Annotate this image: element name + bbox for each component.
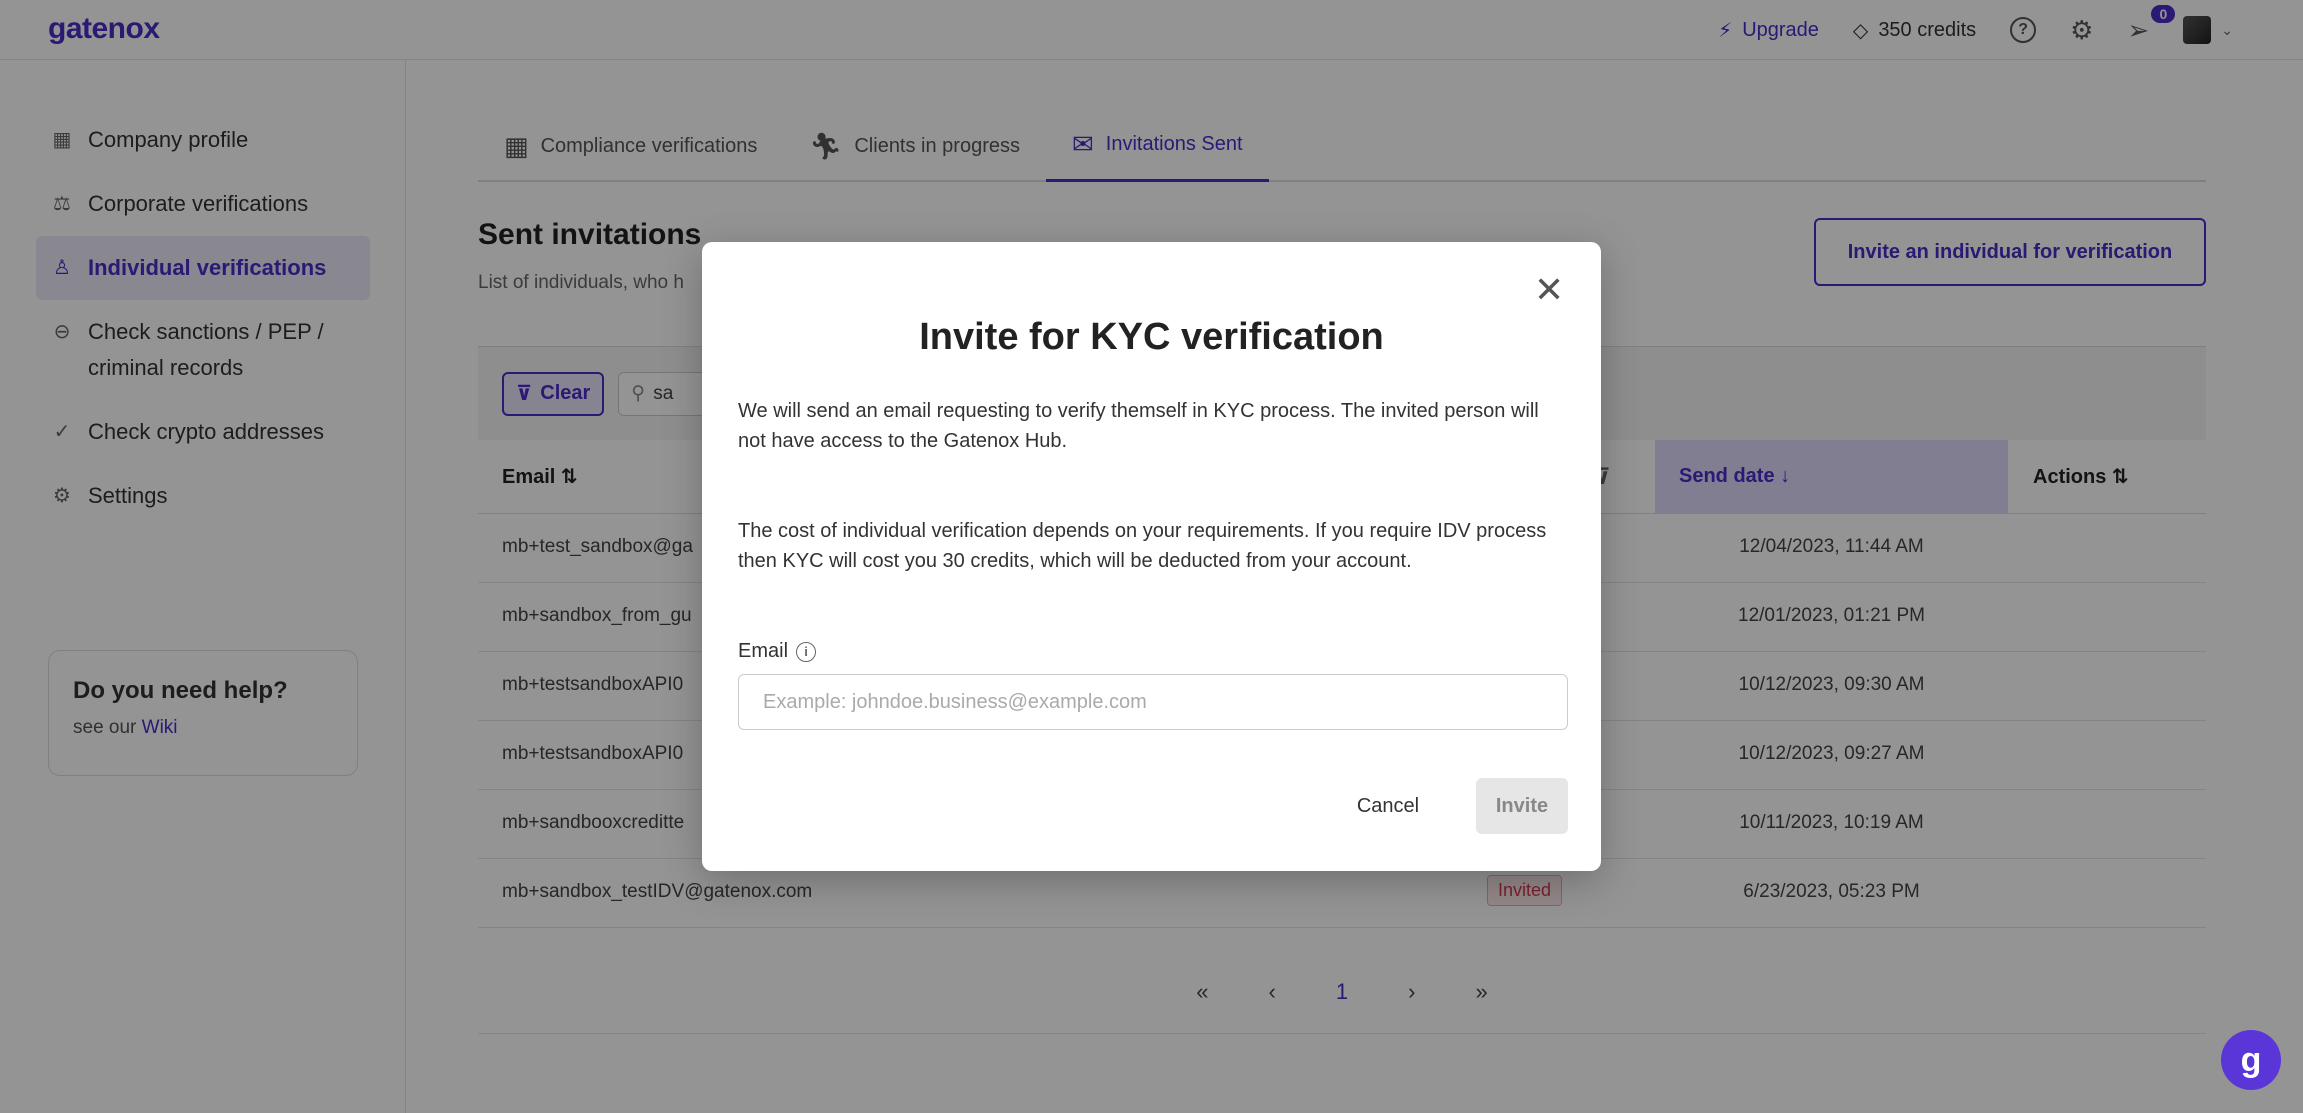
modal-title: Invite for KYC verification: [919, 316, 1384, 358]
email-field[interactable]: [738, 674, 1568, 730]
info-icon[interactable]: i: [796, 641, 817, 662]
cancel-button[interactable]: Cancel: [1332, 778, 1444, 834]
modal-description: We will send an email requesting to veri…: [738, 400, 1539, 452]
close-icon[interactable]: ✕: [1534, 272, 1564, 308]
email-label: Email i: [738, 640, 817, 663]
invite-button[interactable]: Invite: [1476, 778, 1568, 834]
email-label-text: Email: [738, 640, 789, 662]
chat-support-button[interactable]: g: [2221, 1030, 2281, 1090]
invite-kyc-modal: ✕ Invite for KYC verification We will se…: [702, 242, 1601, 871]
modal-cost-info: The cost of individual verification depe…: [738, 520, 1547, 572]
